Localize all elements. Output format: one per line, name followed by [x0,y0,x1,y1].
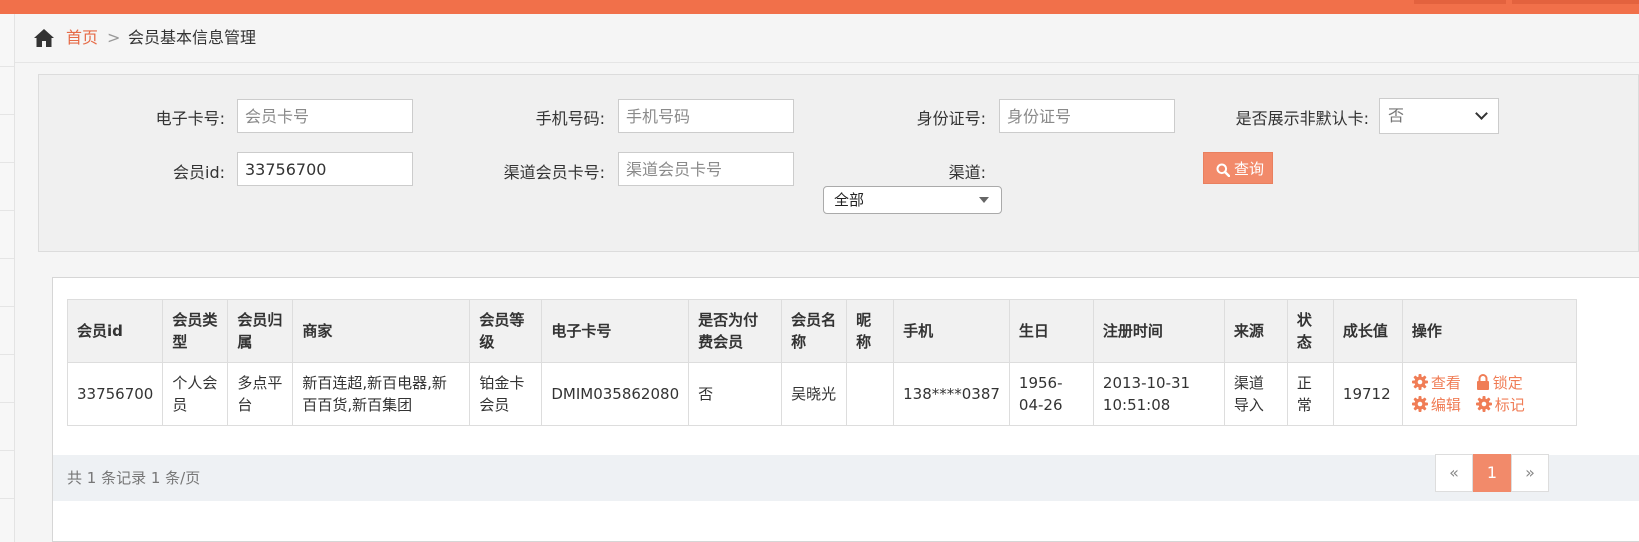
query-button-label: 查询 [1234,160,1265,178]
header-button-a[interactable] [1414,0,1506,4]
gear-icon [1411,396,1428,412]
channel-card-label: 渠道会员卡号: [503,163,605,182]
cell-source: 渠道导入 [1223,362,1288,426]
breadcrumb-current: 会员基本信息管理 [128,28,257,47]
card-no-label: 电子卡号: [155,109,225,128]
cell-phone: 138****0387 [893,362,1010,426]
sidebar-divider [0,498,14,499]
main-content: 首页 > 会员基本信息管理 电子卡号: 手机号码: 身份证号: 是否展示非默认卡… [15,14,1639,542]
page-button-current[interactable]: 1 [1473,454,1511,492]
view-label: 查看 [1430,374,1461,392]
show-nondefault-select[interactable]: 否 [1379,98,1499,134]
sidebar-divider [0,210,14,211]
gear-icon [1475,396,1492,412]
sidebar-divider [0,258,14,259]
mark-label: 标记 [1494,396,1525,414]
show-nondefault-value: 否 [1388,106,1405,125]
col-header[interactable]: 生日 [1008,299,1094,363]
col-header[interactable]: 状态 [1286,299,1334,363]
col-header[interactable]: 会员等级 [469,299,543,363]
col-header[interactable]: 会员id [66,299,164,363]
edit-label: 编辑 [1430,396,1461,414]
home-icon[interactable] [33,28,55,48]
cell-paid: 否 [688,362,783,426]
col-header[interactable]: 会员归属 [227,299,294,363]
pagination-bar: 共 1 条记录 1 条/页 « 1 » [53,454,1639,501]
col-header[interactable]: 手机 [893,299,1010,363]
prev-page-button[interactable]: « [1435,454,1473,492]
id-no-label: 身份证号: [916,109,986,128]
next-page-button[interactable]: » [1511,454,1549,492]
sidebar-divider [0,114,14,115]
col-header[interactable]: 来源 [1223,299,1288,363]
col-header[interactable]: 商家 [292,299,471,363]
caret-down-icon [979,197,989,203]
top-header-bar [0,0,1639,14]
lock-icon [1476,374,1489,390]
cell-type: 个人会员 [162,362,229,426]
cell-actions: 查看 锁定 编辑 标记 [1401,362,1577,426]
id-no-input[interactable] [999,99,1175,133]
sidebar-strip [0,14,15,542]
cell-growth: 19712 [1332,362,1403,426]
table-row: 33756700 个人会员 多点平台 新百连超,新百电器,新百百货,新百集团 铂… [66,362,1577,426]
cell-level: 铂金卡会员 [469,362,543,426]
cell-merchant: 新百连超,新百电器,新百百货,新百集团 [292,362,471,426]
col-header[interactable]: 会员类型 [162,299,229,363]
col-header[interactable]: 会员名称 [781,299,848,363]
cell-belong: 多点平台 [227,362,294,426]
card-no-input[interactable] [237,99,413,133]
col-header[interactable]: 电子卡号 [541,299,690,363]
member-id-input[interactable] [237,152,413,186]
breadcrumb: 首页 > 会员基本信息管理 [15,14,1639,63]
cell-register-time: 2013-10-31 10:51:08 [1092,362,1225,426]
sidebar-divider [0,450,14,451]
search-icon [1216,163,1231,177]
cell-status: 正常 [1286,362,1334,426]
chevron-down-icon [1475,107,1488,120]
lock-link[interactable]: 锁定 [1476,372,1523,394]
col-header[interactable]: 昵称 [846,299,895,363]
gear-icon [1411,374,1428,390]
cell-card-no: DMIM035862080 [541,362,690,426]
cell-nickname [846,362,895,426]
search-form: 电子卡号: 手机号码: 身份证号: 是否展示非默认卡: 否 会员id: 渠道会员… [38,74,1639,252]
channel-value: 全部 [834,191,865,209]
channel-card-input[interactable] [618,152,794,186]
col-header: 操作 [1401,299,1577,363]
channel-select[interactable]: 全部 [823,186,1002,214]
mark-link[interactable]: 标记 [1475,394,1525,416]
member-id-label: 会员id: [173,163,225,182]
channel-label: 渠道: [948,163,986,182]
query-button[interactable]: 查询 [1203,152,1274,184]
result-panel: 会员id 会员类型 会员归属 商家 会员等级 电子卡号 是否为付费会员 会员名称… [52,277,1639,542]
cell-member-id: 33756700 [66,362,164,426]
lock-label: 锁定 [1492,374,1523,392]
cell-birthday: 1956-04-26 [1008,362,1094,426]
table-header-row: 会员id 会员类型 会员归属 商家 会员等级 电子卡号 是否为付费会员 会员名称… [66,299,1577,363]
show-nondefault-label: 是否展示非默认卡: [1235,109,1369,128]
edit-link[interactable]: 编辑 [1411,394,1461,416]
breadcrumb-separator: > [107,28,121,47]
col-header[interactable]: 注册时间 [1092,299,1225,363]
phone-input[interactable] [618,99,794,133]
col-header[interactable]: 是否为付费会员 [688,299,783,363]
member-table: 会员id 会员类型 会员归属 商家 会员等级 电子卡号 是否为付费会员 会员名称… [66,299,1577,426]
pagination-summary: 共 1 条记录 1 条/页 [67,469,201,487]
breadcrumb-home-link[interactable]: 首页 [66,28,98,48]
sidebar-divider [0,162,14,163]
sidebar-divider [0,354,14,355]
col-header[interactable]: 成长值 [1332,299,1403,363]
sidebar-divider [0,306,14,307]
phone-label: 手机号码: [535,109,605,128]
header-button-b[interactable] [1512,0,1639,4]
view-link[interactable]: 查看 [1411,372,1461,394]
cell-name: 吴晓光 [781,362,848,426]
sidebar-divider [0,66,14,67]
sidebar-divider [0,402,14,403]
